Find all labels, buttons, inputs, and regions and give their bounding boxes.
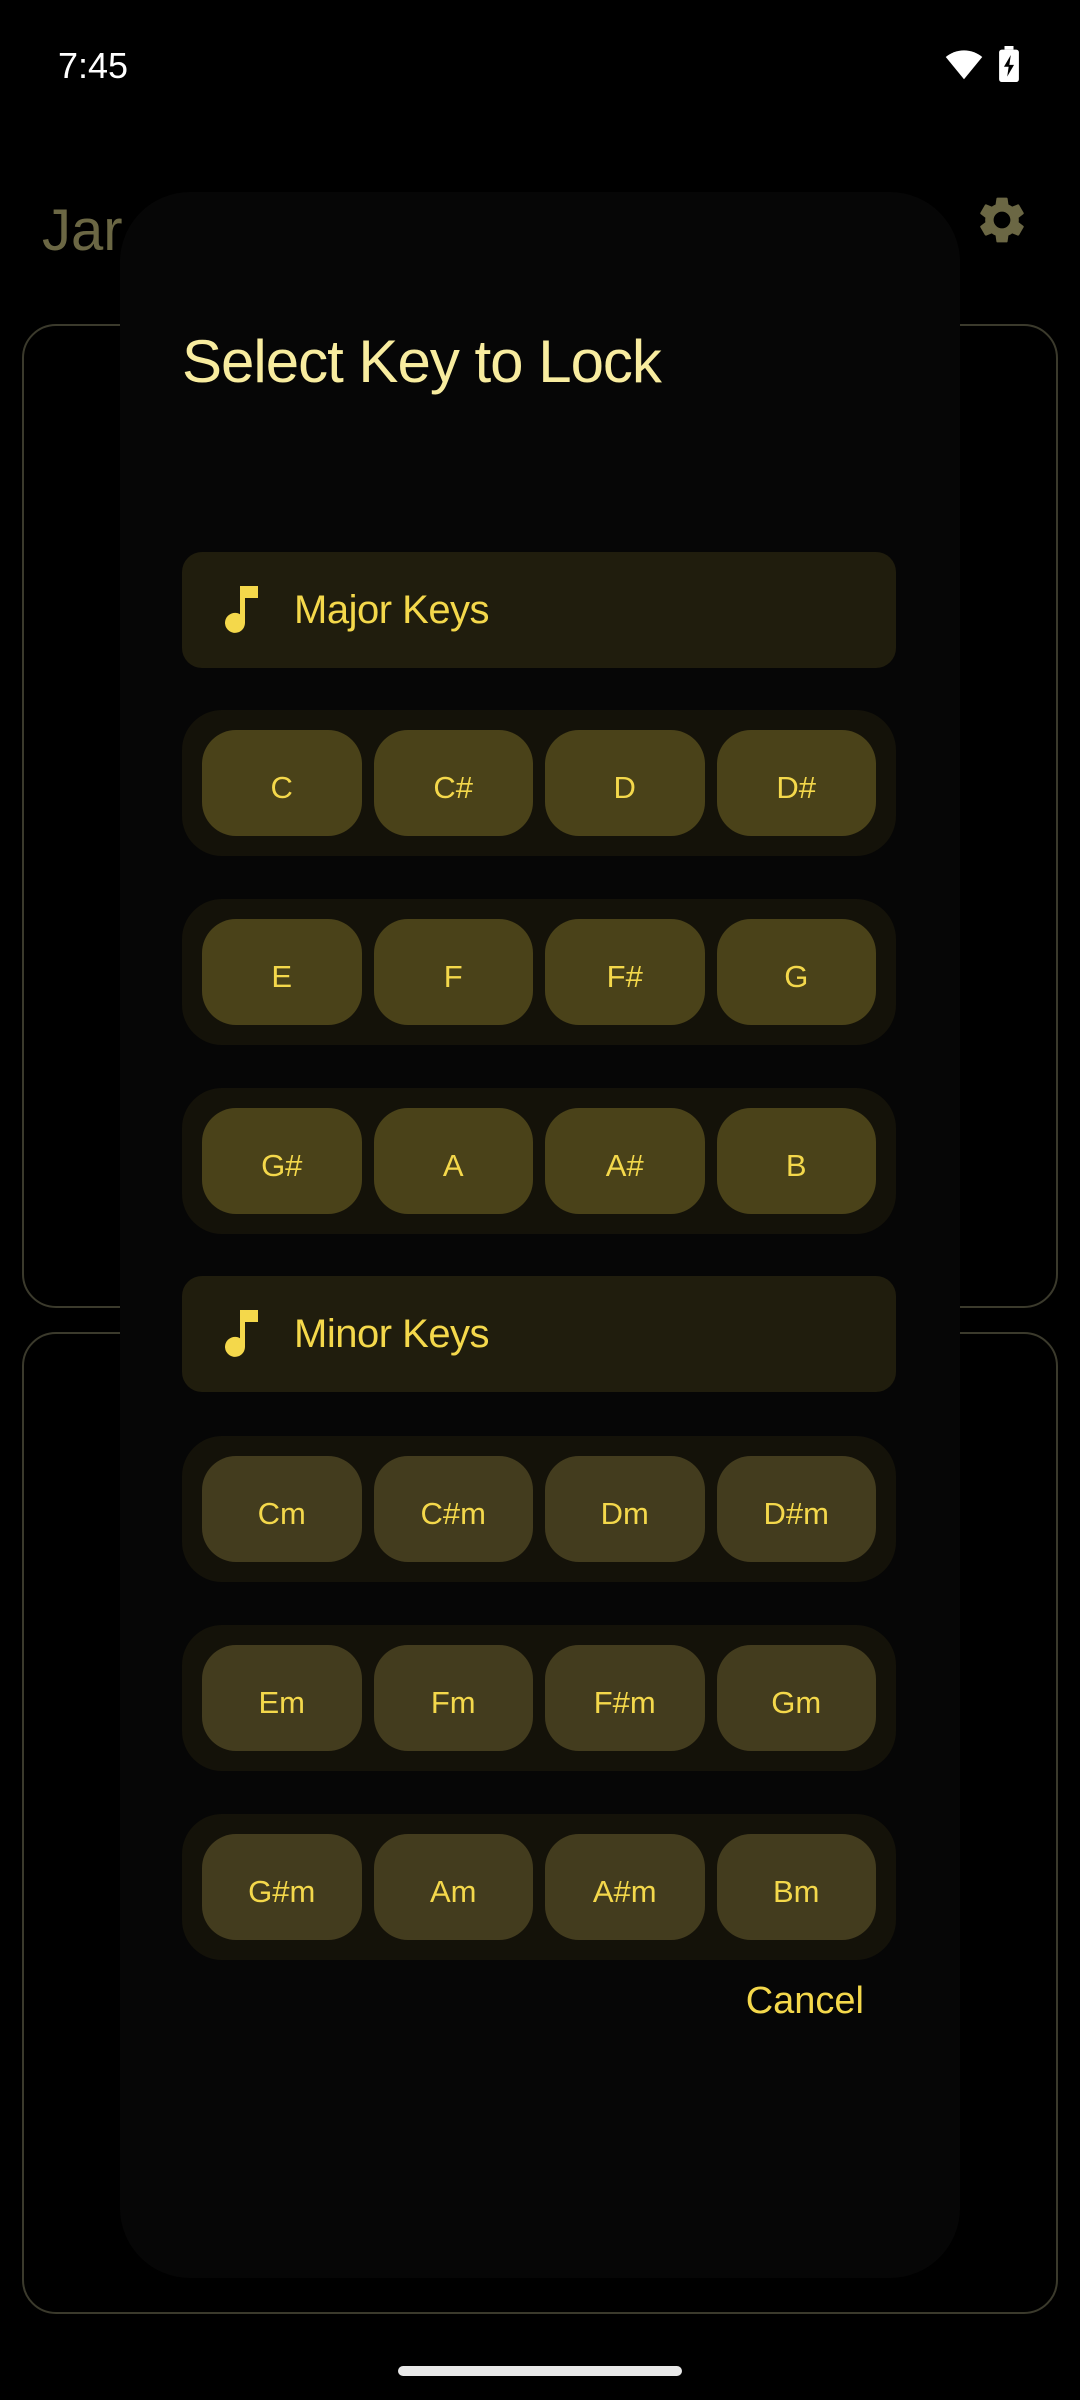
gear-icon[interactable] [974, 192, 1030, 248]
key-button-Am[interactable]: Am [373, 1834, 533, 1940]
key-button-C[interactable]: C [202, 730, 362, 836]
key-button-E[interactable]: E [202, 919, 362, 1025]
minor-key-row-2: Em Fm F#m Gm [182, 1625, 896, 1771]
minor-keys-label: Minor Keys [294, 1311, 490, 1356]
key-button-A-sharp-m[interactable]: A#m [545, 1834, 705, 1940]
key-button-C-sharp-m[interactable]: C#m [373, 1456, 533, 1562]
key-button-Dm[interactable]: Dm [545, 1456, 705, 1562]
key-button-F-sharp[interactable]: F# [545, 919, 705, 1025]
key-button-Gm[interactable]: Gm [716, 1645, 876, 1751]
music-note-icon [225, 1310, 258, 1357]
key-button-Bm[interactable]: Bm [716, 1834, 876, 1940]
key-button-D-sharp[interactable]: D# [716, 730, 876, 836]
wifi-icon [945, 50, 983, 80]
key-button-D-sharp-m[interactable]: D#m [716, 1456, 876, 1562]
app-title: Jar [42, 198, 123, 263]
key-button-G[interactable]: G [716, 919, 876, 1025]
major-keys-header: Major Keys [182, 552, 896, 668]
key-button-B[interactable]: B [716, 1108, 876, 1214]
status-bar: 7:45 [0, 0, 1080, 130]
major-key-row-3: G# A A# B [182, 1088, 896, 1234]
status-icons [944, 46, 1020, 82]
key-button-A[interactable]: A [373, 1108, 533, 1214]
home-indicator[interactable] [398, 2366, 682, 2376]
key-button-F[interactable]: F [373, 919, 533, 1025]
major-key-row-1: C C# D D# [182, 710, 896, 856]
key-button-Cm[interactable]: Cm [202, 1456, 362, 1562]
major-keys-label: Major Keys [294, 587, 490, 632]
key-button-D[interactable]: D [545, 730, 705, 836]
key-button-Fm[interactable]: Fm [373, 1645, 533, 1751]
key-button-Em[interactable]: Em [202, 1645, 362, 1751]
key-button-G-sharp-m[interactable]: G#m [202, 1834, 362, 1940]
minor-keys-header: Minor Keys [182, 1276, 896, 1392]
battery-charging-icon [999, 46, 1019, 82]
key-button-F-sharp-m[interactable]: F#m [545, 1645, 705, 1751]
minor-key-row-3: G#m Am A#m Bm [182, 1814, 896, 1960]
key-button-A-sharp[interactable]: A# [545, 1108, 705, 1214]
key-button-C-sharp[interactable]: C# [373, 730, 533, 836]
music-note-icon [225, 586, 258, 633]
key-button-G-sharp[interactable]: G# [202, 1108, 362, 1214]
major-key-row-2: E F F# G [182, 899, 896, 1045]
select-key-dialog: Select Key to Lock Major Keys C C# D D# … [120, 192, 960, 2278]
status-time: 7:45 [58, 45, 129, 86]
cancel-button[interactable]: Cancel [746, 1976, 864, 2026]
minor-key-row-1: Cm C#m Dm D#m [182, 1436, 896, 1582]
dialog-title: Select Key to Lock [182, 328, 662, 395]
